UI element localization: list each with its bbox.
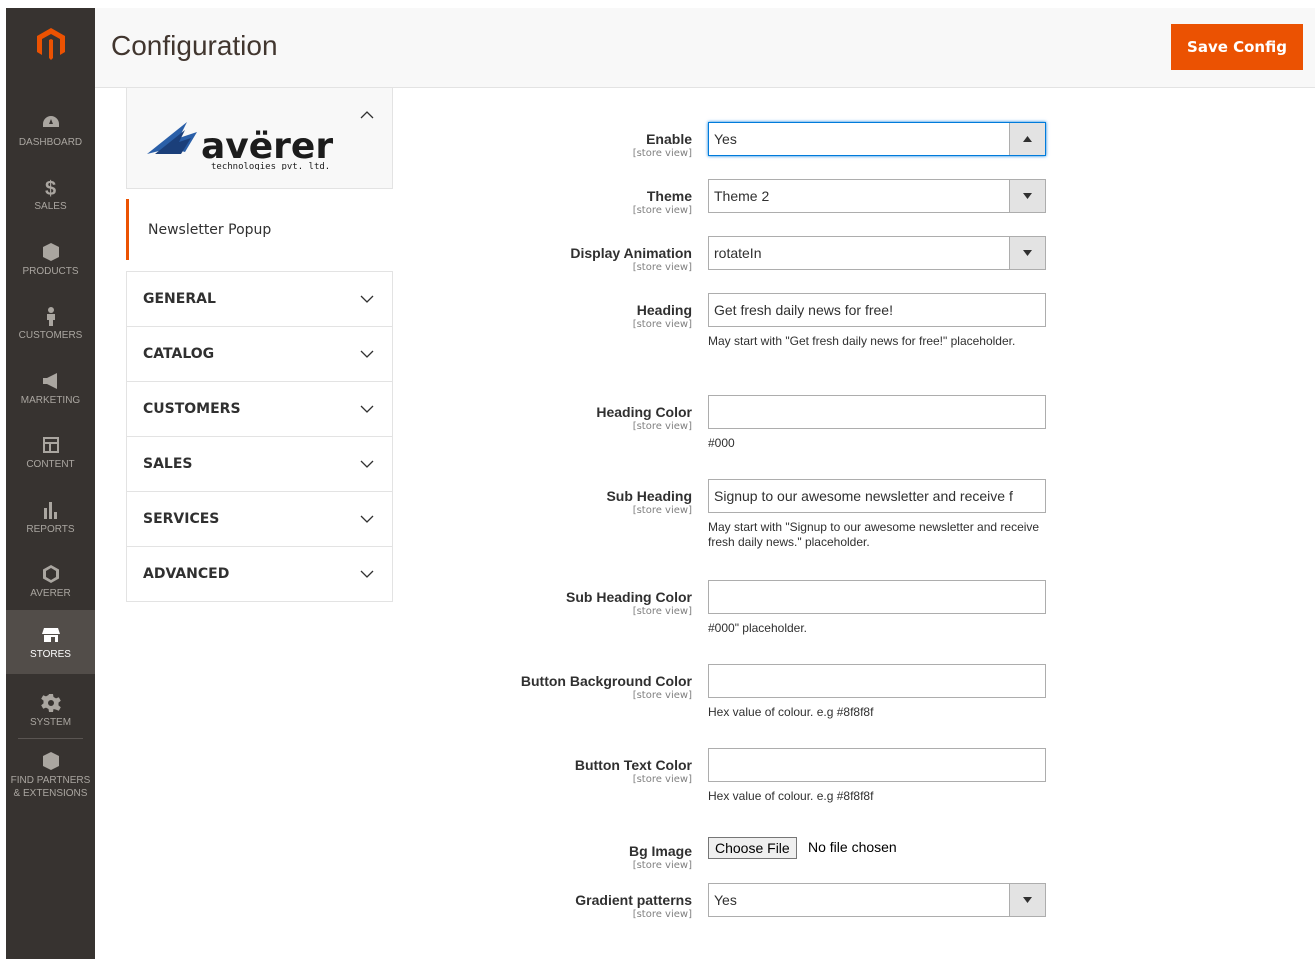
config-tabs: avërer technologies pvt. ltd. Newsletter… [126, 88, 393, 602]
brand-tagline: technologies pvt. ltd. [211, 162, 330, 170]
select-arrow[interactable] [1009, 884, 1045, 916]
scope-label: [store view] [632, 505, 692, 516]
tab-newsletter-popup[interactable]: Newsletter Popup [126, 199, 393, 260]
scope-label: [store view] [632, 421, 692, 432]
brand-name: avërer [201, 126, 333, 167]
select-arrow[interactable] [1009, 180, 1045, 212]
nav-marketing[interactable]: MARKETING [6, 356, 95, 420]
field-label: Button Text Color [574, 757, 692, 773]
display-animation-select[interactable]: rotateIn [708, 236, 1046, 270]
nav-system[interactable]: SYSTEM [6, 678, 95, 742]
gear-icon [39, 692, 63, 714]
field-label: Display Animation [570, 245, 692, 261]
averer-brand-logo: avërer technologies pvt. ltd. [147, 122, 333, 170]
field-note: Hex value of colour. e.g #8f8f8f [708, 705, 874, 719]
nav-products[interactable]: PRODUCTS [6, 227, 95, 291]
button-text-color-input[interactable] [708, 748, 1046, 782]
nav-reports[interactable]: REPORTS [6, 485, 95, 549]
tab-sales[interactable]: SALES [126, 437, 393, 492]
enable-select[interactable]: Yes [708, 122, 1046, 156]
field-label: Heading [636, 302, 692, 318]
nav-content[interactable]: CONTENT [6, 420, 95, 484]
heading-color-input[interactable] [708, 395, 1046, 429]
scope-label: [store view] [632, 262, 692, 273]
scope-label: [store view] [632, 148, 692, 159]
nav-find-partners[interactable]: FIND PARTNERS & EXTENSIONS [6, 743, 95, 807]
field-label: Theme [646, 188, 692, 204]
scope-label: [store view] [632, 774, 692, 785]
tab-customers[interactable]: CUSTOMERS [126, 382, 393, 437]
dashboard-icon [39, 112, 63, 134]
sub-heading-input[interactable]: Signup to our awesome newsletter and rec… [708, 479, 1046, 513]
admin-sidebar: DASHBOARD $ SALES PRODUCTS CUSTOMERS MAR… [6, 8, 95, 959]
field-label: Heading Color [596, 404, 692, 420]
chevron-down-icon [360, 515, 374, 523]
chevron-down-icon [1023, 897, 1032, 903]
chevron-up-icon [360, 111, 374, 119]
averer-tab-header[interactable]: avërer technologies pvt. ltd. [126, 88, 393, 189]
chevron-up-icon [1023, 136, 1032, 142]
file-status: No file chosen [808, 839, 897, 855]
heading-input[interactable]: Get fresh daily news for free! [708, 293, 1046, 327]
field-note: Hex value of colour. e.g #8f8f8f [708, 789, 874, 803]
tab-general[interactable]: GENERAL [126, 272, 393, 327]
chevron-down-icon [360, 350, 374, 358]
scope-label: [store view] [632, 319, 692, 330]
field-note: May start with "Signup to our awesome ne… [708, 520, 1040, 549]
chevron-down-icon [360, 460, 374, 468]
scope-label: [store view] [632, 909, 692, 920]
chevron-down-icon [360, 570, 374, 578]
scope-label: [store view] [632, 690, 692, 701]
chevron-down-icon [360, 405, 374, 413]
chevron-down-icon [1023, 193, 1032, 199]
chevron-down-icon [360, 295, 374, 303]
choose-file-button[interactable]: Choose File [708, 837, 797, 859]
magento-logo[interactable] [6, 16, 95, 76]
dollar-icon: $ [39, 176, 63, 198]
field-label: Sub Heading Color [566, 589, 692, 605]
nav-customers[interactable]: CUSTOMERS [6, 291, 95, 355]
svg-text:$: $ [45, 178, 56, 197]
tab-catalog[interactable]: CATALOG [126, 327, 393, 382]
button-background-color-input[interactable] [708, 664, 1046, 698]
tab-divider [126, 260, 393, 272]
field-label: Gradient patterns [575, 892, 692, 908]
nav-averer[interactable]: AVERER [6, 549, 95, 613]
field-label: Bg Image [628, 843, 692, 859]
scope-label: [store view] [632, 860, 692, 871]
sub-heading-color-input[interactable] [708, 580, 1046, 614]
page-title: Configuration [111, 30, 278, 61]
chevron-down-icon [1023, 250, 1032, 256]
theme-select[interactable]: Theme 2 [708, 179, 1046, 213]
field-label: Sub Heading [606, 488, 692, 504]
megaphone-icon [39, 370, 63, 392]
tab-services[interactable]: SERVICES [126, 492, 393, 547]
select-arrow[interactable] [1009, 237, 1045, 269]
save-config-button[interactable]: Save Config [1171, 24, 1303, 70]
nav-dashboard[interactable]: DASHBOARD [6, 98, 95, 162]
scope-label: [store view] [632, 606, 692, 617]
nav-sales[interactable]: $ SALES [6, 162, 95, 226]
hexagon-icon [39, 563, 63, 585]
field-note: #000 [708, 436, 735, 450]
layout-icon [39, 434, 63, 456]
field-note: May start with "Get fresh daily news for… [708, 334, 1016, 348]
magento-logo-icon [36, 28, 65, 60]
select-arrow[interactable] [1009, 123, 1045, 155]
gradient-patterns-select[interactable]: Yes [708, 883, 1046, 917]
field-label: Button Background Color [520, 673, 692, 689]
person-icon [39, 305, 63, 327]
store-icon [39, 624, 63, 646]
field-label: Enable [646, 131, 692, 147]
bar-chart-icon [39, 499, 63, 521]
sidebar-divider [18, 738, 83, 739]
nav-stores[interactable]: STORES [6, 610, 95, 674]
field-note: #000" placeholder. [708, 621, 808, 635]
scope-label: [store view] [632, 205, 692, 216]
tab-advanced[interactable]: ADVANCED [126, 547, 393, 602]
page-header: Configuration Save Config [95, 8, 1315, 88]
cube-icon [39, 750, 63, 772]
box-icon [39, 241, 63, 263]
